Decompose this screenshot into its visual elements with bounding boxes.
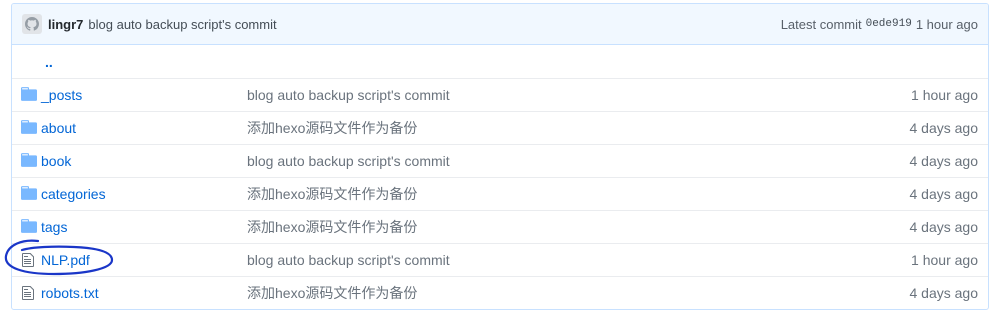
- file-name-link[interactable]: about: [41, 120, 247, 136]
- github-octocat-icon: [25, 17, 39, 31]
- file-name-link[interactable]: _posts: [41, 87, 247, 103]
- file-row: robots.txt 添加hexo源码文件作为备份 4 days ago: [12, 276, 988, 309]
- latest-commit-bar: lingr7 blog auto backup script's commit …: [12, 4, 988, 45]
- commit-sha-link[interactable]: 0ede919: [866, 18, 912, 30]
- parent-directory-row: ..: [12, 45, 988, 78]
- folder-icon: [21, 186, 37, 202]
- file-commit-message-link[interactable]: 添加hexo源码文件作为备份: [247, 217, 858, 237]
- file-commit-age: 4 days ago: [909, 186, 979, 202]
- folder-icon: [21, 219, 37, 235]
- file-icon: [21, 285, 37, 301]
- commit-age: 1 hour ago: [915, 16, 978, 32]
- file-row: about 添加hexo源码文件作为备份 4 days ago: [12, 111, 988, 144]
- file-icon: [21, 252, 37, 268]
- file-commit-message-link[interactable]: blog auto backup script's commit: [247, 252, 858, 268]
- file-commit-message-link[interactable]: 添加hexo源码文件作为备份: [247, 184, 858, 204]
- file-commit-age: 1 hour ago: [911, 87, 978, 103]
- file-commit-age: 4 days ago: [909, 219, 979, 235]
- avatar[interactable]: [22, 14, 42, 34]
- file-row: NLP.pdf blog auto backup script's commit 1…: [12, 243, 988, 276]
- file-name-link[interactable]: tags: [41, 219, 247, 235]
- file-row: _posts blog auto backup script's commit 1 …: [12, 78, 988, 111]
- file-commit-age: 4 days ago: [909, 120, 979, 136]
- folder-icon: [21, 87, 37, 103]
- parent-directory-link[interactable]: ..: [21, 54, 53, 70]
- file-list: _posts blog auto backup script's commit 1 …: [12, 78, 988, 309]
- latest-commit-label: Latest commit: [780, 16, 862, 32]
- file-row: book blog auto backup script's commit 4 da…: [12, 144, 988, 177]
- file-name-link[interactable]: NLP.pdf: [41, 252, 247, 268]
- file-commit-message-link[interactable]: 添加hexo源码文件作为备份: [247, 283, 858, 303]
- commit-message-link[interactable]: blog auto backup script's commit: [88, 17, 276, 32]
- file-name-link[interactable]: book: [41, 153, 247, 169]
- file-commit-message-link[interactable]: 添加hexo源码文件作为备份: [247, 118, 858, 138]
- file-commit-age: 1 hour ago: [911, 252, 978, 268]
- folder-icon: [21, 153, 37, 169]
- file-row: tags 添加hexo源码文件作为备份 4 days ago: [12, 210, 988, 243]
- file-commit-message-link[interactable]: blog auto backup script's commit: [247, 87, 858, 103]
- file-row: categories 添加hexo源码文件作为备份 4 days ago: [12, 177, 988, 210]
- folder-icon: [21, 120, 37, 136]
- file-commit-age: 4 days ago: [909, 285, 979, 301]
- file-name-link[interactable]: robots.txt: [41, 285, 247, 301]
- file-commit-age: 4 days ago: [909, 153, 979, 169]
- file-commit-message-link[interactable]: blog auto backup script's commit: [247, 153, 858, 169]
- file-browser-panel: lingr7 blog auto backup script's commit …: [11, 3, 989, 310]
- commit-author-link[interactable]: lingr7: [48, 17, 83, 32]
- file-name-link[interactable]: categories: [41, 186, 247, 202]
